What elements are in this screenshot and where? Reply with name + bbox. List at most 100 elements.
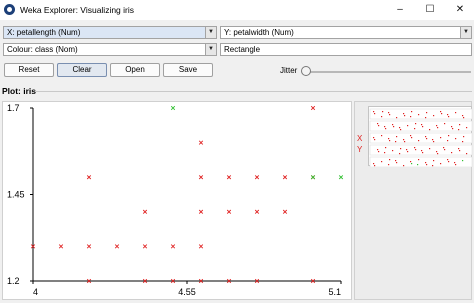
strip-dot	[436, 151, 438, 153]
strip-dot	[466, 153, 468, 155]
strip-dot	[451, 152, 453, 154]
strip-dot	[455, 138, 457, 140]
strip-dot	[462, 141, 464, 143]
mini-x-marker: X	[357, 134, 363, 143]
strip-dot	[455, 164, 457, 166]
strip-dot	[381, 161, 383, 163]
strip-dot	[393, 126, 395, 128]
open-button[interactable]: Open	[110, 63, 160, 77]
strip-dot	[462, 160, 464, 162]
data-point	[114, 244, 120, 249]
attribute-strip[interactable]	[369, 120, 473, 132]
strip-dot	[426, 164, 428, 166]
strip-dot	[392, 150, 394, 152]
strip-dot	[429, 129, 431, 131]
attribute-strip[interactable]	[369, 132, 473, 144]
attribute-mini-plots[interactable]	[368, 106, 473, 168]
data-point	[226, 175, 232, 180]
data-point	[170, 105, 176, 111]
data-point	[58, 244, 64, 249]
strip-dot	[425, 136, 427, 138]
strip-dot	[395, 141, 397, 143]
x-tick-label: 4	[33, 287, 38, 297]
strip-dot	[410, 135, 412, 137]
close-icon[interactable]: ✕	[446, 0, 474, 20]
maximize-icon[interactable]: ☐	[416, 0, 444, 20]
y-tick-label: 1.2	[7, 276, 20, 286]
data-point	[198, 140, 204, 145]
x-tick-label: 5.1	[328, 287, 341, 297]
data-point	[310, 105, 316, 111]
strip-dot	[418, 159, 420, 161]
strip-dot	[421, 124, 423, 126]
strip-dot	[396, 162, 398, 164]
attribute-strip[interactable]	[369, 108, 473, 120]
strip-dot	[459, 124, 461, 126]
jitter-slider-handle[interactable]	[301, 66, 311, 76]
strip-dot	[403, 139, 405, 141]
strip-dot	[463, 136, 465, 138]
strip-dot	[381, 135, 383, 137]
strip-dot	[444, 149, 446, 151]
reset-button[interactable]: Reset	[4, 63, 54, 77]
strip-dot	[437, 153, 439, 155]
strip-dot	[440, 137, 442, 139]
strip-dot	[378, 125, 380, 127]
chevron-down-icon[interactable]: ▼	[460, 27, 471, 38]
strip-dot	[373, 137, 375, 139]
save-button[interactable]: Save	[163, 63, 213, 77]
data-point	[338, 175, 344, 180]
strip-dot	[459, 150, 461, 152]
strip-dot	[433, 141, 435, 143]
strip-dot	[411, 163, 413, 165]
strip-dot	[389, 114, 391, 116]
strip-dot	[406, 149, 408, 151]
strip-dot	[399, 153, 401, 155]
strip-dot	[422, 152, 424, 154]
strip-dot	[414, 128, 416, 130]
strip-dot	[385, 128, 387, 130]
strip-dot	[441, 113, 443, 115]
strip-dot	[415, 123, 417, 125]
strip-dot	[377, 149, 379, 151]
attribute-strip[interactable]	[369, 156, 473, 168]
chevron-down-icon[interactable]: ▼	[205, 44, 216, 55]
strip-dot	[403, 113, 405, 115]
strip-dot	[389, 159, 391, 161]
data-point	[142, 209, 148, 214]
strip-dot	[404, 141, 406, 143]
strip-dot	[440, 163, 442, 165]
strip-dot	[458, 129, 460, 131]
data-point	[198, 244, 204, 249]
strip-dot	[455, 112, 457, 114]
colour-select[interactable]: Colour: class (Nom) ▼	[3, 43, 217, 56]
mini-y-marker: Y	[357, 145, 363, 154]
strip-dot	[407, 125, 409, 127]
chevron-down-icon[interactable]: ▼	[205, 27, 216, 38]
data-point	[282, 209, 288, 214]
strip-dot	[422, 126, 424, 128]
data-point	[198, 209, 204, 214]
scatter-plot-panel[interactable]: 1.7 1.45 1.2 4 4.55 5.1	[2, 101, 352, 300]
clear-button[interactable]: Clear	[57, 63, 107, 77]
data-point	[142, 244, 148, 249]
data-point	[254, 175, 260, 180]
strip-dot	[425, 162, 427, 164]
strip-dot	[447, 140, 449, 142]
attribute-strips	[369, 108, 473, 168]
strip-dot	[382, 111, 384, 113]
x-axis-select[interactable]: X: petallength (Num) ▼	[3, 26, 217, 39]
strip-dot	[421, 150, 423, 152]
minimize-icon[interactable]: –	[386, 0, 414, 20]
strip-dot	[448, 161, 450, 163]
strip-dot	[392, 124, 394, 126]
strip-dot	[377, 123, 379, 125]
data-point	[86, 175, 92, 180]
strip-dot	[448, 135, 450, 137]
y-axis-select[interactable]: Y: petalwidth (Num) ▼	[220, 26, 472, 39]
shape-field[interactable]: Rectangle	[220, 43, 472, 56]
strip-dot	[400, 148, 402, 150]
strip-dot	[426, 138, 428, 140]
shape-field-value: Rectangle	[224, 45, 261, 54]
jitter-slider-track[interactable]	[305, 71, 471, 73]
